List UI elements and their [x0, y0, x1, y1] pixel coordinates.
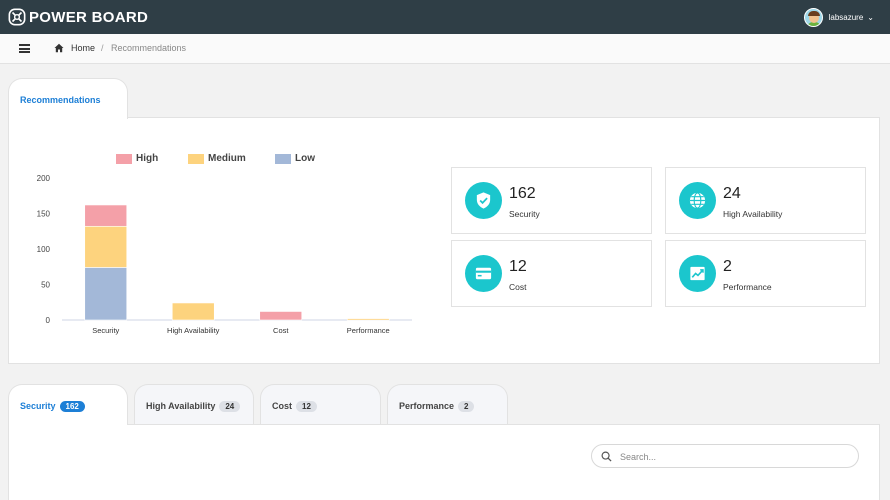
card-icon-circle — [465, 182, 502, 219]
breadcrumb-home[interactable]: Home — [71, 43, 95, 53]
tab-performance[interactable]: Performance 2 — [387, 384, 508, 424]
card-icon-circle — [679, 182, 716, 219]
top-bar: POWER BOARD labsazure ⌄ — [0, 0, 890, 34]
tab-label: Cost — [272, 401, 292, 411]
tab-label: Performance — [399, 401, 455, 411]
legend-item-low[interactable]: Low — [275, 153, 315, 164]
tab-cost[interactable]: Cost 12 — [260, 384, 381, 424]
globe-icon — [689, 192, 706, 209]
y-tick-label: 50 — [41, 281, 50, 290]
avatar — [803, 8, 823, 27]
breadcrumb-current: Recommendations — [111, 43, 187, 53]
card-label: Cost — [509, 282, 527, 292]
legend-swatch — [116, 153, 132, 164]
x-tick-label: Security — [92, 326, 119, 335]
credit-card-icon — [475, 267, 492, 280]
tab-recommendations[interactable]: Recommendations — [8, 78, 128, 119]
bar-segment-medium — [84, 225, 128, 268]
card-label: High Availability — [723, 209, 783, 219]
card-value: 24 — [723, 185, 741, 202]
search-icon — [601, 451, 612, 462]
tab-label: High Availability — [146, 401, 216, 411]
username: labsazure — [828, 13, 864, 22]
breadcrumb-separator: / — [101, 43, 104, 53]
bar-segment-medium — [171, 302, 215, 321]
card-security[interactable]: 162 Security — [451, 167, 652, 234]
legend-label: Medium — [208, 153, 246, 164]
chevron-down-icon: ⌄ — [867, 13, 874, 22]
count-badge: 12 — [296, 401, 317, 412]
y-tick-label: 150 — [37, 210, 51, 219]
home-icon — [54, 43, 64, 53]
x-tick-label: High Availability — [167, 326, 220, 335]
card-value: 162 — [509, 185, 536, 202]
tab-high-availability[interactable]: High Availability 24 — [134, 384, 254, 424]
bar-segment-low — [84, 267, 128, 321]
count-badge: 162 — [59, 401, 85, 412]
y-tick-label: 200 — [37, 174, 51, 183]
legend-item-high[interactable]: High — [116, 153, 158, 164]
x-tick-label: Cost — [273, 326, 289, 335]
search-input[interactable] — [620, 449, 850, 464]
tab-label: Security — [20, 401, 56, 411]
card-icon-circle — [465, 255, 502, 292]
card-label: Performance — [723, 282, 772, 292]
menu-icon[interactable] — [19, 44, 30, 53]
breadcrumb-bar: Home / Recommendations — [0, 34, 890, 64]
card-high-availability[interactable]: 24 High Availability — [665, 167, 866, 234]
logo-icon — [8, 8, 26, 26]
shield-check-icon — [476, 192, 491, 209]
bar-segment-medium — [346, 318, 390, 321]
legend-label: High — [136, 153, 159, 164]
chart-trend-icon — [690, 266, 705, 281]
card-icon-circle — [679, 255, 716, 292]
legend-label: Low — [295, 153, 315, 164]
legend-item-medium[interactable]: Medium — [188, 153, 246, 164]
tab-security[interactable]: Security 162 — [8, 384, 128, 425]
bar-segment-high — [259, 311, 303, 321]
tab-label: Recommendations — [20, 95, 101, 105]
legend-swatch — [188, 153, 204, 164]
x-tick-label: Performance — [347, 326, 390, 335]
legend-swatch — [275, 153, 291, 164]
recommendations-chart: 0 50 100 150 200 Security High Availability Cos… — [37, 174, 412, 335]
card-performance[interactable]: 2 Performance — [665, 240, 866, 307]
y-tick-label: 100 — [37, 245, 51, 254]
count-badge: 24 — [219, 401, 241, 412]
card-value: 12 — [509, 258, 527, 275]
bar-segment-high — [84, 204, 128, 227]
app-name: POWER BOARD — [29, 8, 149, 26]
card-value: 2 — [723, 258, 732, 275]
y-tick-label: 0 — [46, 316, 51, 325]
user-menu[interactable]: labsazure ⌄ — [803, 8, 874, 27]
app-logo[interactable]: POWER BOARD — [8, 8, 148, 26]
card-label: Security — [509, 209, 540, 219]
search-box — [591, 444, 859, 468]
count-badge: 2 — [458, 401, 475, 412]
card-cost[interactable]: 12 Cost — [451, 240, 652, 307]
